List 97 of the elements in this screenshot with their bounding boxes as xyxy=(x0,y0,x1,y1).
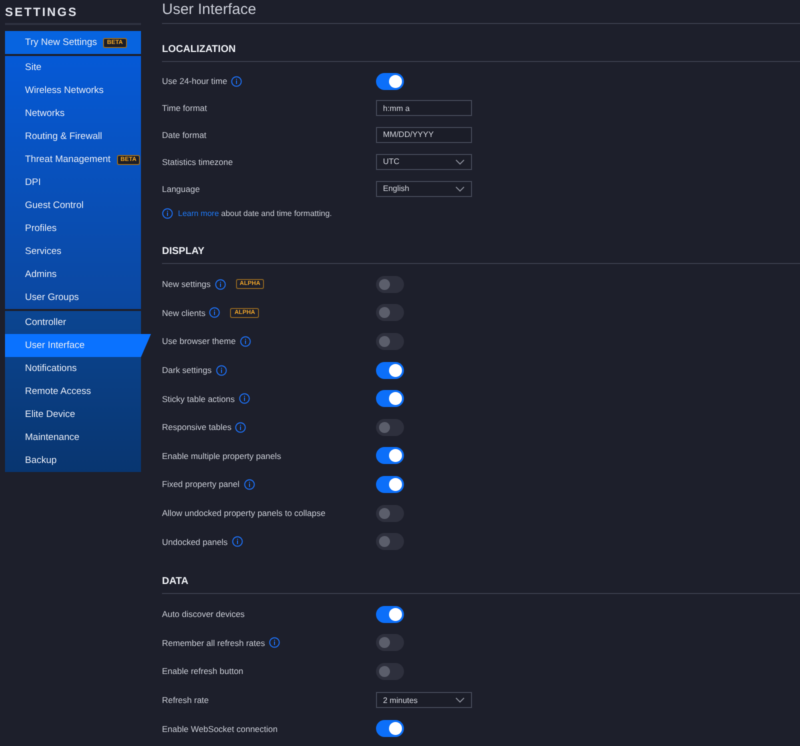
setting-label: Enable WebSocket connection xyxy=(162,724,278,734)
toggle-switch[interactable] xyxy=(376,476,404,493)
sidebar-item-label: Routing & Firewall xyxy=(25,131,102,142)
section-heading: DATA xyxy=(162,576,800,594)
toggle-switch[interactable] xyxy=(376,276,404,293)
sidebar-item[interactable]: Routing & Firewall xyxy=(5,125,141,148)
sidebar-item[interactable]: Wireless Networks xyxy=(5,79,141,102)
setting-label: Use browser theme xyxy=(162,336,236,346)
setting-label: Undocked panels xyxy=(162,536,228,547)
sidebar-item-label: Notifications xyxy=(25,363,77,374)
setting-label: Dark settings xyxy=(162,365,212,376)
sidebar-item-label: Elite Device xyxy=(25,409,76,420)
sidebar-item-label: DPI xyxy=(25,177,41,188)
setting-label: Language xyxy=(162,184,200,194)
sidebar-item-label: User Groups xyxy=(25,292,79,303)
learn-more-link[interactable]: Learn more xyxy=(178,209,219,218)
sidebar-item-label: Guest Control xyxy=(25,200,84,211)
text-field[interactable]: h:mm a xyxy=(376,100,472,116)
toggle-switch[interactable] xyxy=(376,418,404,436)
info-icon xyxy=(231,76,242,87)
info-icon xyxy=(235,422,246,433)
help-text: Learn more about date and time formatting. xyxy=(178,209,332,218)
sidebar-item-label: Remote Access xyxy=(25,386,91,397)
info-icon xyxy=(232,536,243,548)
info-icon xyxy=(238,393,250,404)
sidebar-item[interactable]: Admins xyxy=(5,263,141,286)
setting-label: Use 24-hour time xyxy=(162,76,228,86)
sidebar-item-label: Controller xyxy=(25,317,66,328)
info-icon xyxy=(162,208,173,220)
dropdown[interactable]: English xyxy=(376,180,472,197)
setting-label: New clients xyxy=(162,308,206,318)
setting-label: Enable multiple property panels xyxy=(162,450,282,461)
info-icon xyxy=(240,336,251,347)
text-field[interactable]: MM/DD/YYYY xyxy=(376,126,472,143)
section-heading: LOCALIZATION xyxy=(162,44,800,62)
chevron-down-icon xyxy=(455,186,465,192)
section-heading: DISPLAY xyxy=(162,246,800,264)
sidebar-item-label: Threat Management xyxy=(25,154,111,165)
setting-label: Responsive tables xyxy=(162,422,232,432)
setting-label: Remember all refresh rates xyxy=(162,638,265,648)
sidebar-item-label: Services xyxy=(25,246,62,257)
setting-label: Refresh rate xyxy=(162,695,209,705)
sidebar-item-label: Networks xyxy=(25,108,65,119)
sidebar-item[interactable]: Guest Control xyxy=(5,194,141,217)
toggle-switch[interactable] xyxy=(376,662,404,680)
setting-label: Enable refresh button xyxy=(162,666,244,676)
toggle-switch[interactable] xyxy=(376,362,404,379)
sidebar-item[interactable]: Elite Device xyxy=(5,403,141,426)
setting-label: Sticky table actions xyxy=(162,394,235,404)
toggle-switch[interactable] xyxy=(376,533,404,550)
sidebar-item[interactable]: Maintenance xyxy=(5,426,141,449)
sidebar-item[interactable]: Backup xyxy=(5,449,141,472)
setting-label: Allow undocked property panels to collapse xyxy=(162,508,326,518)
sidebar-item-label: User Interface xyxy=(25,340,85,351)
toggle-switch[interactable] xyxy=(376,634,404,652)
setting-label: Date format xyxy=(162,130,206,140)
chevron-down-icon xyxy=(455,697,465,703)
setting-label: New settings xyxy=(162,279,211,290)
info-icon xyxy=(209,307,220,318)
setting-label: Auto discover devices xyxy=(162,609,245,620)
page-title: User Interface xyxy=(162,0,800,24)
sidebar-item-label: Maintenance xyxy=(25,432,80,443)
sidebar-item[interactable]: Networks xyxy=(5,102,141,125)
sidebar-item-label: Profiles xyxy=(25,223,57,234)
toggle-switch[interactable] xyxy=(376,504,404,522)
sidebar-item-label: Admins xyxy=(25,269,57,280)
sidebar-title: SETTINGS xyxy=(5,0,141,25)
toggle-switch[interactable] xyxy=(376,606,404,623)
dropdown[interactable]: 2 minutes xyxy=(376,692,472,708)
toggle-switch[interactable] xyxy=(376,72,404,90)
sidebar-item-label: Backup xyxy=(25,455,57,466)
setting-label: Fixed property panel xyxy=(162,479,240,490)
info-icon xyxy=(244,478,254,490)
toggle-switch[interactable] xyxy=(376,390,404,408)
sidebar-item-label: Try New Settings xyxy=(25,37,97,48)
dropdown[interactable]: UTC xyxy=(376,154,472,170)
sidebar-item[interactable]: Site xyxy=(5,56,141,79)
toggle-switch[interactable] xyxy=(376,447,404,464)
toggle-switch[interactable] xyxy=(376,720,404,738)
info-icon xyxy=(216,364,227,376)
sidebar-item[interactable]: Remote Access xyxy=(5,380,141,403)
sidebar-item-label: Site xyxy=(25,62,42,73)
toggle-switch[interactable] xyxy=(376,304,404,322)
chevron-down-icon xyxy=(455,158,465,165)
info-icon xyxy=(268,637,280,648)
setting-label: Statistics timezone xyxy=(162,156,233,167)
info-icon xyxy=(214,278,226,290)
sidebar-item[interactable]: Notifications xyxy=(5,357,141,380)
sidebar-item[interactable]: Services xyxy=(5,240,141,263)
setting-label: Time format xyxy=(162,103,208,114)
sidebar-item[interactable]: User Interface xyxy=(5,334,151,357)
toggle-switch[interactable] xyxy=(376,332,404,350)
sidebar-item[interactable]: Profiles xyxy=(5,217,141,240)
sidebar-item[interactable]: Controller xyxy=(5,311,141,334)
sidebar-item[interactable]: DPI xyxy=(5,171,141,194)
sidebar-item-label: Wireless Networks xyxy=(25,85,104,96)
sidebar-item[interactable]: User Groups xyxy=(5,286,141,309)
